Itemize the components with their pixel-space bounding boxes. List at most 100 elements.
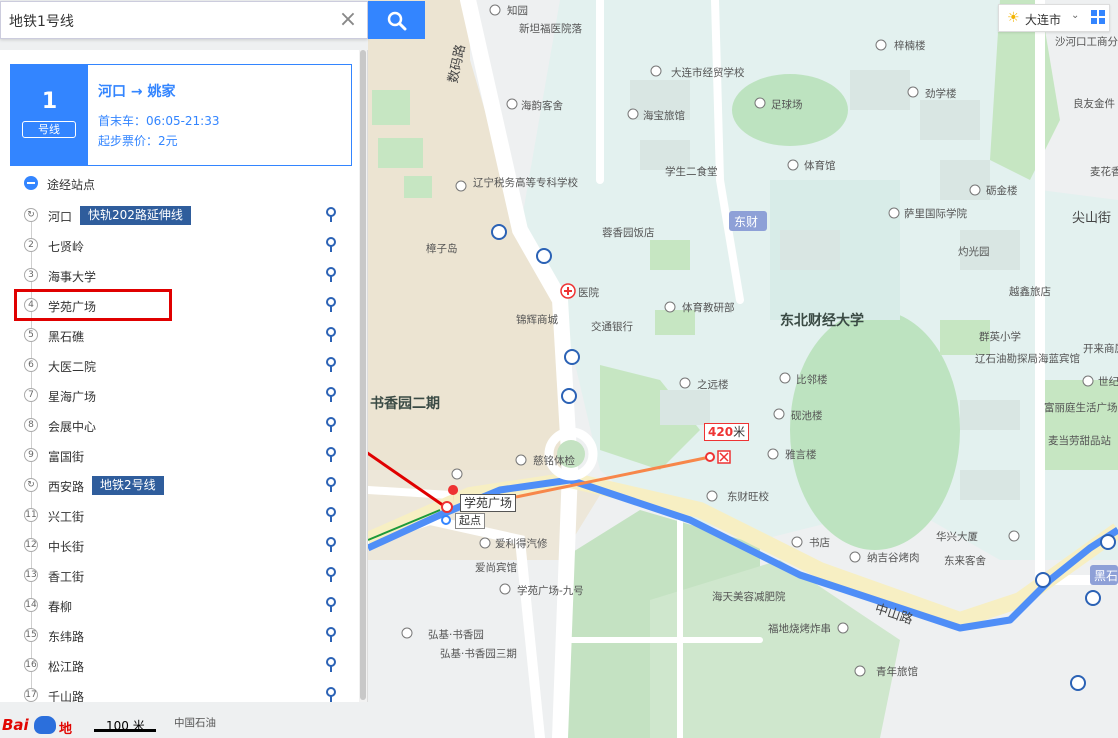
stop-index: 8 (24, 418, 38, 432)
stop-name[interactable]: 河口 (48, 208, 72, 225)
location-pin-icon[interactable] (326, 687, 336, 702)
location-pin-icon[interactable] (326, 267, 336, 283)
map-label: 医院 (578, 286, 599, 299)
clear-icon[interactable]: × (335, 8, 361, 34)
location-pin-icon[interactable] (326, 237, 336, 253)
city-selector[interactable]: ☀ 大连市 ⌄ (998, 4, 1110, 32)
map-label: 比邻楼 (796, 373, 828, 386)
map-label: 灼光园 (958, 245, 990, 258)
search-input[interactable] (9, 8, 319, 34)
location-pin-icon[interactable] (326, 597, 336, 613)
stop-item[interactable]: 6 大医二院 (0, 350, 360, 380)
stop-name[interactable]: 会展中心 (48, 418, 96, 435)
map-label: 开来商厦 (1083, 342, 1118, 355)
stop-name[interactable]: 富国街 (48, 448, 84, 465)
stop-item[interactable]: 13 香工街 (0, 560, 360, 590)
location-pin-icon[interactable] (326, 207, 336, 223)
stop-name[interactable]: 东纬路 (48, 628, 84, 645)
search-button[interactable] (368, 1, 425, 39)
transfer-badge[interactable]: 快轨202路延伸线 (80, 206, 191, 225)
location-pin-icon[interactable] (326, 627, 336, 643)
stop-item[interactable]: 8 会展中心 (0, 410, 360, 440)
stop-index: 12 (24, 538, 38, 552)
map-label: 东来客舍 (944, 554, 986, 567)
stop-item[interactable]: ↻ 河口 快轨202路延伸线 (0, 200, 360, 230)
stop-item[interactable]: 4 学苑广场 (0, 290, 360, 320)
stop-item[interactable]: 14 春柳 (0, 590, 360, 620)
stop-name[interactable]: 大医二院 (48, 358, 96, 375)
stop-item[interactable]: ↻ 西安路 地铁2号线 (0, 470, 360, 500)
location-pin-icon[interactable] (326, 447, 336, 463)
location-pin-icon[interactable] (326, 477, 336, 493)
map-label: 世纪 (1098, 376, 1118, 388)
stop-name[interactable]: 千山路 (48, 688, 84, 702)
stop-name[interactable]: 黑石礁 (48, 328, 84, 345)
panel-scrollbar[interactable] (359, 50, 367, 702)
road-label-jian: 尖山街 (1072, 211, 1111, 226)
location-pin-icon[interactable] (326, 417, 336, 433)
map-label: 劲学楼 (925, 87, 957, 100)
stop-name[interactable]: 香工街 (48, 568, 84, 585)
scrollbar-thumb[interactable] (360, 50, 366, 700)
map-label: 中国石油 (174, 716, 216, 729)
location-pin-icon[interactable] (326, 657, 336, 673)
stop-item[interactable]: 16 松江路 (0, 650, 360, 680)
line-hours: 首末车：06:05-21:33 (98, 114, 220, 128)
location-pin-icon[interactable] (326, 387, 336, 403)
station-tag: 学苑广场 (460, 494, 517, 512)
map-label: 学生二食堂 (665, 165, 718, 178)
map-label: 海天美容减肥院 (712, 590, 786, 603)
stop-item[interactable]: 17 千山路 (0, 680, 360, 702)
location-pin-icon[interactable] (326, 507, 336, 523)
grid-icon[interactable] (1091, 10, 1107, 26)
map-label: 青年旅馆 (876, 665, 918, 678)
stop-item[interactable]: 3 海事大学 (0, 260, 360, 290)
stop-name[interactable]: 春柳 (48, 598, 72, 615)
stop-name[interactable]: 海事大学 (48, 268, 96, 285)
stop-name[interactable]: 学苑广场 (48, 298, 96, 315)
location-pin-icon[interactable] (326, 297, 336, 313)
line-card: 1 号线 河口 → 姚家 首末车：06:05-21:33 起步票价：2元 (10, 64, 352, 166)
city-name: 大连市 (1025, 13, 1062, 27)
stop-index: 5 (24, 328, 38, 342)
map-label: 蓉香园饭店 (602, 226, 655, 239)
stop-name[interactable]: 松江路 (48, 658, 84, 675)
map-label: 爱尚宾馆 (475, 561, 517, 574)
stop-index: 14 (24, 598, 38, 612)
line-badge: 1 号线 (11, 65, 88, 165)
map-label: 越鑫旅店 (1009, 285, 1051, 298)
location-pin-icon[interactable] (326, 567, 336, 583)
stop-item[interactable]: 9 富国街 (0, 440, 360, 470)
stop-index: 6 (24, 358, 38, 372)
line-number: 1 (41, 89, 58, 114)
line-panel: 1 号线 河口 → 姚家 首末车：06:05-21:33 起步票价：2元 途经站… (0, 50, 368, 702)
location-pin-icon[interactable] (326, 537, 336, 553)
stop-name[interactable]: 西安路 (48, 478, 84, 495)
stop-name[interactable]: 兴工街 (48, 508, 84, 525)
stop-item[interactable]: 5 黑石礁 (0, 320, 360, 350)
location-pin-icon[interactable] (326, 327, 336, 343)
metro-station-heishi: 黑石 (1094, 569, 1118, 583)
stop-index: 16 (24, 658, 38, 672)
map-label: 交通银行 (591, 320, 633, 333)
location-pin-icon[interactable] (326, 357, 336, 373)
stop-index: 3 (24, 268, 38, 282)
collapse-icon[interactable] (24, 176, 38, 190)
map-label: 弘基·书香园三期 (440, 647, 517, 660)
scale-line (94, 729, 156, 732)
map-label: 福地烧烤炸串 (768, 622, 831, 635)
stop-item[interactable]: 11 兴工街 (0, 500, 360, 530)
map-label: 梓楠楼 (894, 39, 926, 52)
map-label: 华兴大厦 (936, 530, 978, 543)
stop-name[interactable]: 中长街 (48, 538, 84, 555)
stop-item[interactable]: 7 星海广场 (0, 380, 360, 410)
stop-item[interactable]: 15 东纬路 (0, 620, 360, 650)
transfer-badge[interactable]: 地铁2号线 (92, 476, 164, 495)
stop-item[interactable]: 2 七贤岭 (0, 230, 360, 260)
map-label: 砺金楼 (986, 184, 1018, 197)
line-route[interactable]: 河口 → 姚家 (98, 81, 175, 101)
stop-item[interactable]: 12 中长街 (0, 530, 360, 560)
search-bar: × (0, 1, 368, 39)
stop-name[interactable]: 星海广场 (48, 388, 96, 405)
stop-name[interactable]: 七贤岭 (48, 238, 84, 255)
